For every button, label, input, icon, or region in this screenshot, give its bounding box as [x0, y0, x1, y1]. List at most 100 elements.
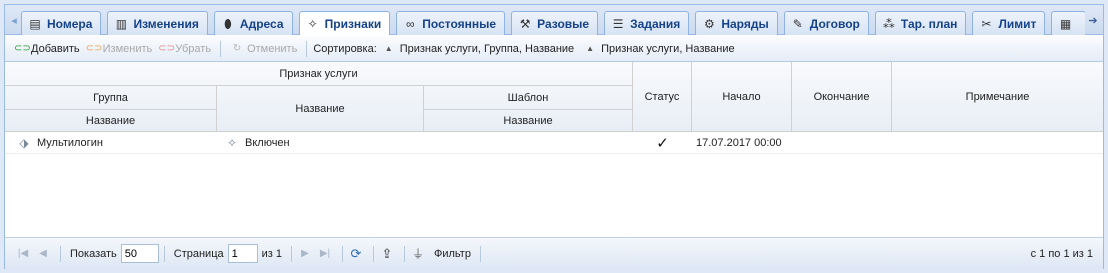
refresh-icon[interactable]: ⟳ — [348, 246, 364, 262]
column-header-status[interactable]: Статус — [633, 62, 692, 132]
add-button[interactable]: ⊂⊃ Добавить — [11, 39, 83, 59]
edit-button[interactable]: ⊂⊃ Изменить — [83, 39, 156, 59]
tab-addresses[interactable]: ⬮ Адреса — [213, 11, 293, 35]
attributes-panel: ◂ ▤ Номера ▥ Изменения ⬮ Адреса ✧ Признаки ∞… — [4, 4, 1104, 269]
paging-toolbar: |◀ ◀ Показать Страница из 1 ▶ ▶| ⟳ ⇪ ⏚ Ф… — [5, 237, 1103, 269]
network-icon: ⁂ — [882, 16, 895, 31]
tools-icon: ⚙ — [703, 16, 715, 31]
pager-separator — [291, 245, 292, 262]
remove-button[interactable]: ⊂⊃ Убрать — [155, 39, 214, 59]
tab-label: Договор — [809, 16, 860, 31]
edit-icon: ⊂⊃ — [85, 43, 103, 54]
column-header-name[interactable]: Название — [217, 86, 424, 132]
tab-more[interactable]: ▦ — [1051, 11, 1085, 35]
tab-strip: ◂ ▤ Номера ▥ Изменения ⬮ Адреса ✧ Признаки ∞… — [5, 5, 1103, 35]
next-page-button[interactable]: ▶ — [297, 248, 313, 259]
last-page-button[interactable]: ▶| — [317, 248, 333, 259]
column-group-service-attr: Признак услуги — [5, 62, 633, 86]
pager-separator — [60, 245, 61, 262]
cell-start: 17.07.2017 00:00 — [696, 137, 782, 149]
tab-label: Адреса — [239, 16, 284, 31]
cancel-label: Отменить — [247, 42, 298, 55]
tab-label: Постоянные — [422, 16, 497, 31]
tab-label: Лимит — [998, 16, 1037, 31]
tab-label: Изменения — [133, 16, 199, 31]
pager-separator — [404, 245, 405, 262]
column-group-template: Шаблон — [424, 86, 633, 110]
pager-summary-text: с 1 по 1 из 1 — [1030, 248, 1093, 260]
tag-icon: ⬗ — [19, 136, 29, 150]
cell-text: Включен — [245, 137, 290, 149]
wrench-icon: ⚒ — [519, 16, 531, 31]
sort-label: Сортировка: — [313, 42, 377, 55]
filter-label[interactable]: Фильтр — [434, 248, 471, 260]
tag-sparkle-icon: ✧ — [307, 17, 318, 31]
tab-one-time[interactable]: ⚒ Разовые — [511, 11, 599, 35]
show-label: Показать — [70, 247, 117, 260]
remove-label: Убрать — [175, 42, 212, 55]
tab-limit[interactable]: ✂ Лимит — [972, 11, 1046, 35]
export-icon[interactable]: ⇪ — [379, 246, 395, 262]
tab-changes[interactable]: ▥ Изменения — [107, 11, 208, 35]
column-header-end[interactable]: Окончание — [792, 62, 892, 132]
cell-name: ✧ Включен — [225, 132, 424, 154]
cell-text: Мультилогин — [37, 137, 103, 149]
tag-sparkle-icon: ✧ — [226, 136, 238, 150]
page-count: из 1 — [261, 247, 282, 260]
sort-option[interactable]: ▲ Признак услуги, Название — [586, 43, 734, 55]
column-header-group-name[interactable]: Название — [5, 110, 217, 132]
page-number-input[interactable] — [227, 244, 258, 263]
pager-separator — [342, 245, 343, 262]
tab-label: Задания — [630, 16, 681, 31]
column-header-template-name[interactable]: Название — [424, 110, 633, 132]
tabs: ▤ Номера ▥ Изменения ⬮ Адреса ✧ Признаки ∞ По… — [21, 11, 1085, 35]
sort-option-label: Признак услуги, Группа, Название — [399, 42, 575, 55]
table-row[interactable]: ⬗ Мультилогин ✧ Включен ✓ 17.07.2017 00:00 — [5, 132, 1103, 154]
contract-icon: ✎ — [792, 16, 803, 31]
add-icon: ⊂⊃ — [14, 43, 31, 54]
map-pin-icon: ⬮ — [224, 16, 232, 31]
filter-icon[interactable]: ⏚ — [410, 245, 426, 262]
sim-card-icon: ▤ — [29, 16, 41, 31]
tab-label: Тар. план — [900, 16, 958, 31]
toolbar: ⊂⊃ Добавить ⊂⊃ Изменить ⊂⊃ Убрать ↻ Отменить… — [5, 36, 1103, 62]
pager-separator — [373, 245, 374, 262]
tab-scroll-left-button[interactable]: ◂ — [7, 13, 21, 29]
more-tabs-icon: ▦ — [1059, 16, 1072, 31]
page-size-input[interactable] — [120, 244, 159, 263]
tab-label: Наряды — [721, 16, 769, 31]
remove-icon: ⊂⊃ — [158, 43, 176, 54]
toolbar-separator — [306, 40, 308, 57]
tab-contract[interactable]: ✎ Договор — [783, 11, 869, 35]
sort-up-icon: ▲ — [586, 44, 595, 53]
page-label: Страница — [173, 247, 224, 260]
grid-header: Признак услуги Группа Название Название … — [5, 62, 1103, 132]
tab-label: Признаки — [324, 17, 382, 31]
link-icon: ∞ — [406, 16, 415, 31]
tab-label: Номера — [47, 16, 93, 31]
sort-option[interactable]: ▲ Признак услуги, Группа, Название — [385, 43, 574, 55]
tab-permanent[interactable]: ∞ Постоянные — [396, 11, 506, 35]
grid-body: ⬗ Мультилогин ✧ Включен ✓ 17.07.2017 00:00 — [5, 132, 1103, 237]
tab-scroll-right-button[interactable]: ➔ — [1086, 13, 1100, 29]
pager-summary: с 1 по 1 из 1 — [1031, 238, 1093, 270]
tab-label: Разовые — [537, 16, 590, 31]
edit-label: Изменить — [102, 42, 153, 55]
undo-icon: ↻ — [232, 43, 242, 54]
cell-template-name — [429, 132, 633, 154]
pager-separator — [163, 245, 165, 262]
tab-attributes[interactable]: ✧ Признаки — [298, 11, 391, 35]
tab-tariff-plan[interactable]: ⁂ Тар. план — [874, 11, 967, 35]
tab-tasks[interactable]: ☰ Задания — [604, 11, 690, 35]
tab-numbers[interactable]: ▤ Номера — [21, 11, 102, 35]
sort-up-icon: ▲ — [384, 44, 393, 53]
column-header-start[interactable]: Начало — [692, 62, 792, 132]
first-page-button[interactable]: |◀ — [15, 248, 31, 259]
cancel-button[interactable]: ↻ Отменить — [227, 39, 300, 59]
tab-work-orders[interactable]: ⚙ Наряды — [695, 11, 778, 35]
prev-page-button[interactable]: ◀ — [35, 248, 51, 259]
status-check-icon: ✓ — [656, 135, 669, 152]
sort-option-label: Признак услуги, Название — [601, 42, 735, 55]
pager-separator — [479, 245, 481, 262]
column-header-note[interactable]: Примечание — [892, 62, 1103, 132]
